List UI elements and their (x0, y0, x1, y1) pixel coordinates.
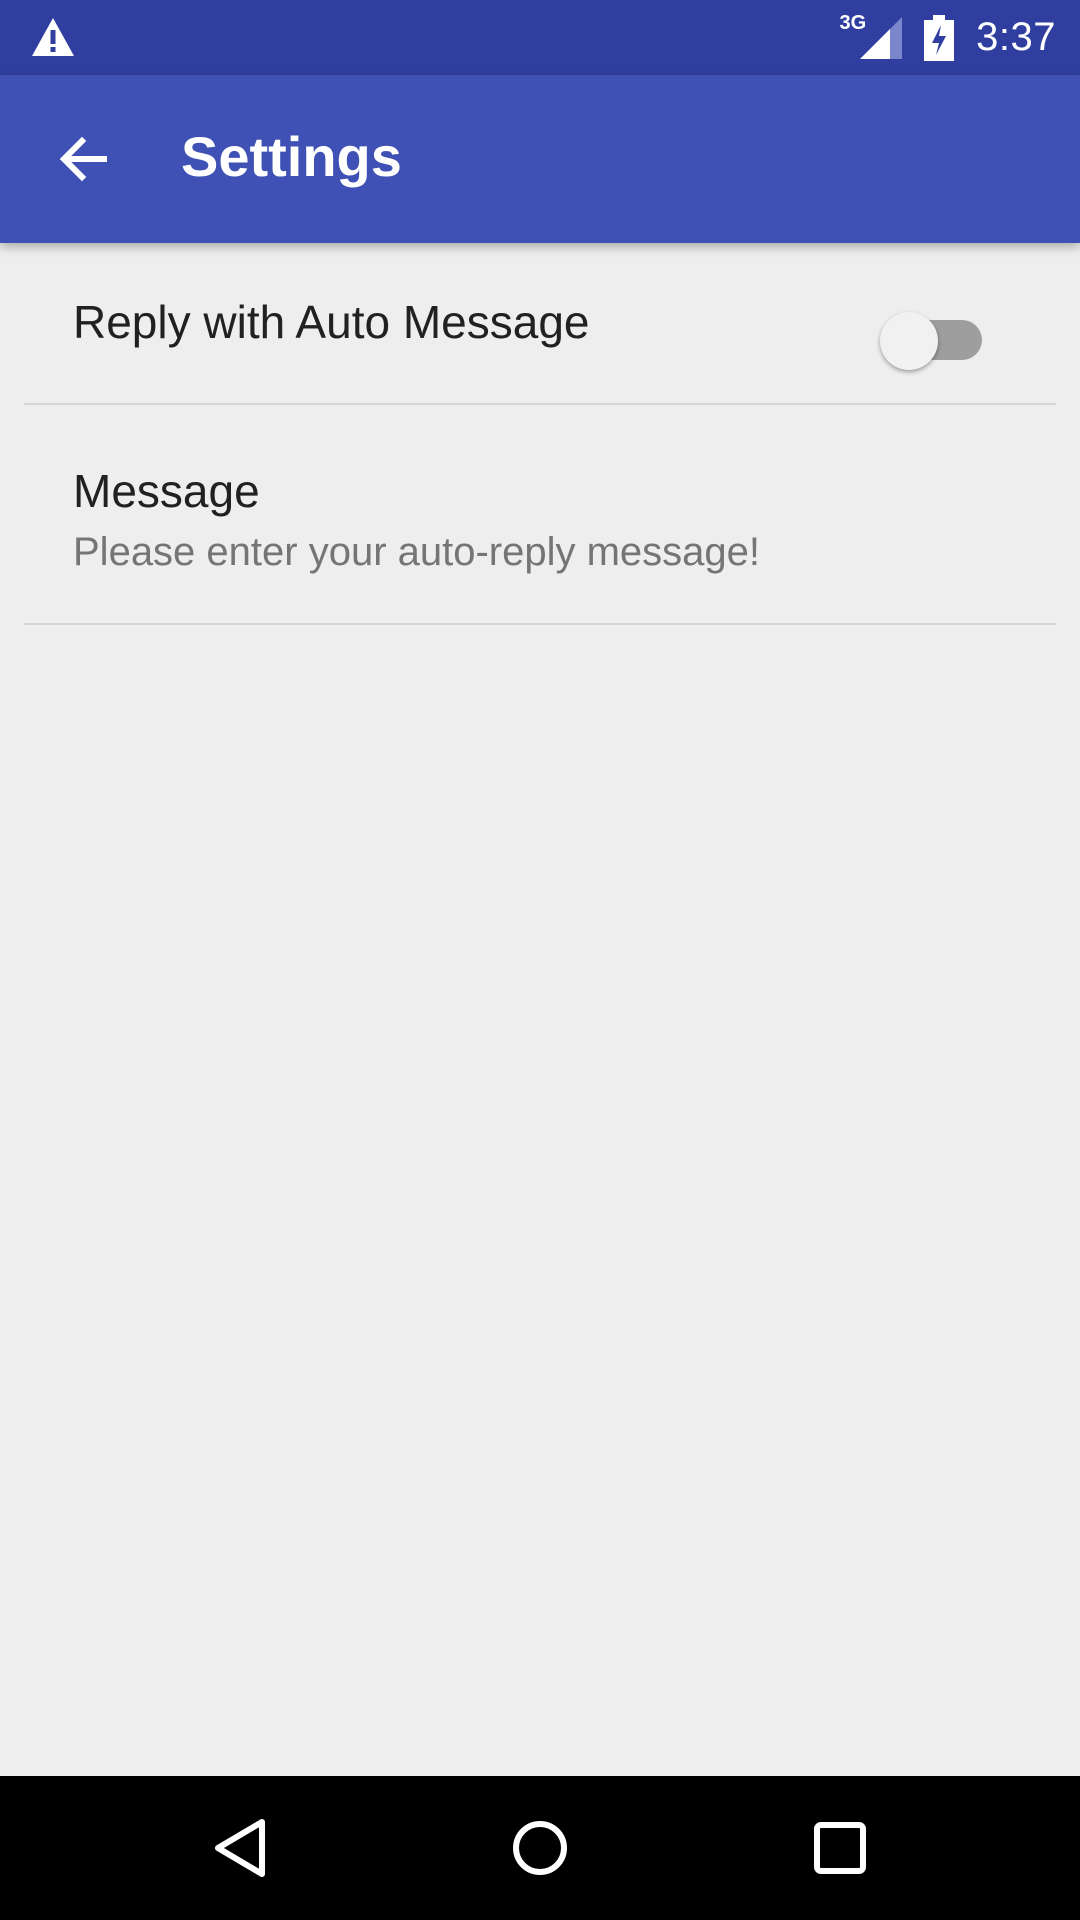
home-circle-icon[interactable] (500, 1808, 580, 1888)
auto-reply-label: Reply with Auto Message (73, 296, 590, 348)
auto-reply-switch[interactable] (876, 300, 982, 370)
back-triangle-icon[interactable] (200, 1808, 280, 1888)
network-type-label: 3G (839, 12, 867, 34)
app-bar: Settings (0, 75, 1080, 243)
navigation-bar (0, 1776, 1080, 1920)
warning-icon (32, 18, 74, 56)
message-preference[interactable]: Message Please enter your auto-reply mes… (24, 405, 1056, 625)
message-title: Message (73, 465, 260, 517)
arrow-back-icon[interactable] (52, 127, 116, 191)
status-bar: 3G 3:37 (0, 0, 1080, 75)
page-title: Settings (181, 125, 402, 188)
preferences-list: Reply with Auto Message Message Please e… (0, 243, 1080, 625)
message-summary: Please enter your auto-reply message! (73, 530, 761, 574)
clock: 3:37 (976, 15, 1056, 59)
signal-icon (860, 16, 903, 59)
auto-reply-preference[interactable]: Reply with Auto Message (24, 243, 1056, 405)
switch-thumb (880, 312, 938, 370)
recents-square-icon[interactable] (800, 1808, 880, 1888)
battery-charging-icon (924, 14, 955, 61)
status-icons: 3G 3:37 (839, 0, 1056, 75)
